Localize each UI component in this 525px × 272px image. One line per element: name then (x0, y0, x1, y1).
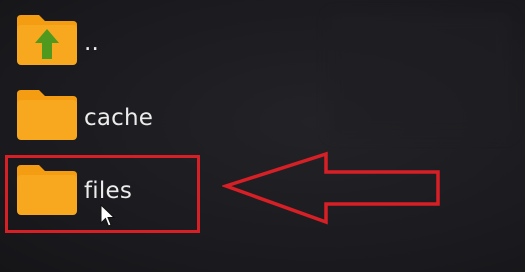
list-item-label: cache (84, 105, 154, 131)
arrow-left-outline-icon (222, 151, 440, 225)
list-item-cache[interactable]: cache (0, 83, 525, 153)
list-item-parent-dir[interactable]: .. (0, 8, 525, 78)
folder-up-icon (17, 15, 77, 65)
folder-icon (17, 90, 77, 140)
file-browser-screen: .. cache files (0, 0, 525, 272)
list-item-label: .. (84, 30, 100, 56)
mouse-cursor-icon (100, 204, 116, 227)
